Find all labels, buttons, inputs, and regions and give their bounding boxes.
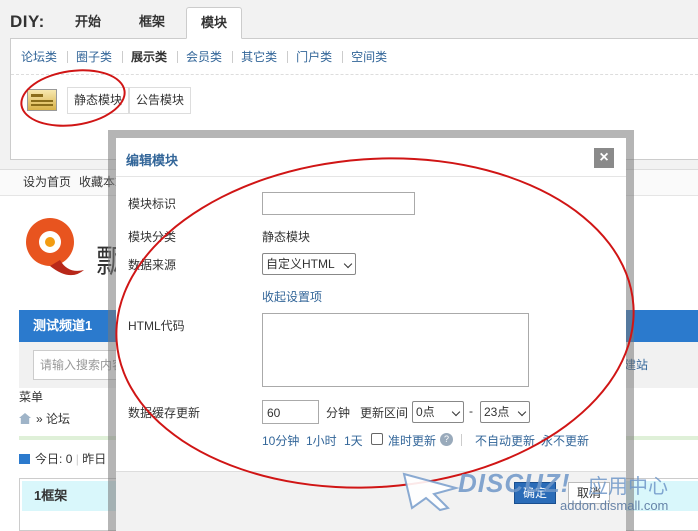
stats-today-value: 0: [65, 452, 73, 466]
category-member[interactable]: 会员类: [186, 51, 234, 63]
menu-label: 菜单: [19, 390, 44, 404]
stats-today-label: 今日:: [35, 452, 63, 466]
range-end-select[interactable]: 23点: [480, 401, 530, 423]
category-portal[interactable]: 门户类: [296, 51, 344, 63]
tab-frame[interactable]: 框架: [124, 7, 180, 39]
no-auto-update-link[interactable]: 不自动更新: [475, 432, 535, 449]
cache-minutes-input[interactable]: 60: [262, 400, 319, 424]
category-other[interactable]: 其它类: [241, 51, 289, 63]
nav-item-channel[interactable]: 测试频道1: [33, 318, 92, 333]
module-id-input[interactable]: [262, 192, 415, 215]
range-start-value: 0点: [416, 405, 435, 419]
range-dash: -: [469, 404, 473, 418]
realtime-update-checkbox[interactable]: [371, 433, 383, 445]
dialog-title: 编辑模块: [126, 153, 179, 168]
watermark-cn: 应用中心: [588, 476, 668, 498]
watermark-url: addon.dismall.com: [560, 498, 669, 513]
cache-update-label: 数据缓存更新: [128, 406, 201, 420]
chevron-down-icon: [343, 259, 353, 269]
category-group[interactable]: 圈子类: [76, 51, 124, 63]
collapse-settings-link[interactable]: 收起设置项: [262, 288, 322, 305]
data-source-select[interactable]: 自定义HTML: [262, 253, 356, 275]
module-id-label: 模块标识: [128, 197, 177, 211]
stats-yesterday-label: 昨日: [82, 452, 107, 466]
html-code-textarea[interactable]: [262, 313, 529, 387]
forum-stats: 今日: 0 | 昨日: [19, 450, 106, 467]
watermark-brand: DISCUZ!: [458, 468, 571, 498]
stats-icon: [19, 454, 30, 464]
module-category-value: 静态模块: [262, 230, 311, 244]
breadcrumb: » 论坛: [19, 410, 70, 427]
static-block-icon[interactable]: [27, 89, 57, 111]
realtime-update-label[interactable]: 准时更新: [388, 432, 436, 449]
static-block-button[interactable]: 静态模块: [67, 87, 130, 114]
never-update-link[interactable]: 永不更新: [541, 432, 589, 449]
update-range-label: 更新区间: [360, 406, 409, 420]
chevron-down-icon: [517, 407, 527, 417]
breadcrumb-sep: »: [36, 412, 43, 426]
set-homepage-link[interactable]: 设为首页: [23, 175, 71, 189]
chevron-down-icon: [451, 407, 461, 417]
range-start-select[interactable]: 0点: [412, 401, 464, 423]
quick-1day-link[interactable]: 1天: [344, 432, 363, 449]
cache-unit: 分钟: [326, 406, 351, 420]
tab-start[interactable]: 开始: [60, 7, 116, 39]
data-source-value: 自定义HTML: [266, 257, 335, 271]
module-category-label: 模块分类: [128, 230, 177, 244]
data-source-label: 数据来源: [128, 258, 177, 272]
category-display[interactable]: 展示类: [131, 51, 179, 63]
site-logo-icon: [26, 218, 84, 276]
category-forum[interactable]: 论坛类: [21, 51, 69, 63]
category-space[interactable]: 空间类: [351, 51, 397, 63]
quick-1hour-link[interactable]: 1小时: [306, 432, 337, 449]
help-icon[interactable]: ?: [440, 433, 453, 446]
title-divider: [116, 176, 626, 177]
diy-label: DIY:: [10, 12, 45, 31]
notice-block-button[interactable]: 公告模块: [129, 87, 192, 114]
divider: [461, 434, 462, 446]
close-icon[interactable]: ×: [594, 148, 614, 168]
breadcrumb-forum[interactable]: 论坛: [46, 412, 70, 426]
quick-10min-link[interactable]: 10分钟: [262, 432, 299, 449]
category-row: 论坛类 圈子类 展示类 会员类 其它类 门户类 空间类: [11, 39, 698, 75]
cursor-arrow-icon: [402, 472, 460, 512]
tab-module[interactable]: 模块: [186, 7, 242, 39]
watermark: DISCUZ! 应用中心 addon.dismall.com: [400, 468, 698, 531]
range-end-value: 23点: [484, 405, 510, 419]
home-icon[interactable]: [19, 413, 31, 424]
html-code-label: HTML代码: [128, 319, 185, 333]
